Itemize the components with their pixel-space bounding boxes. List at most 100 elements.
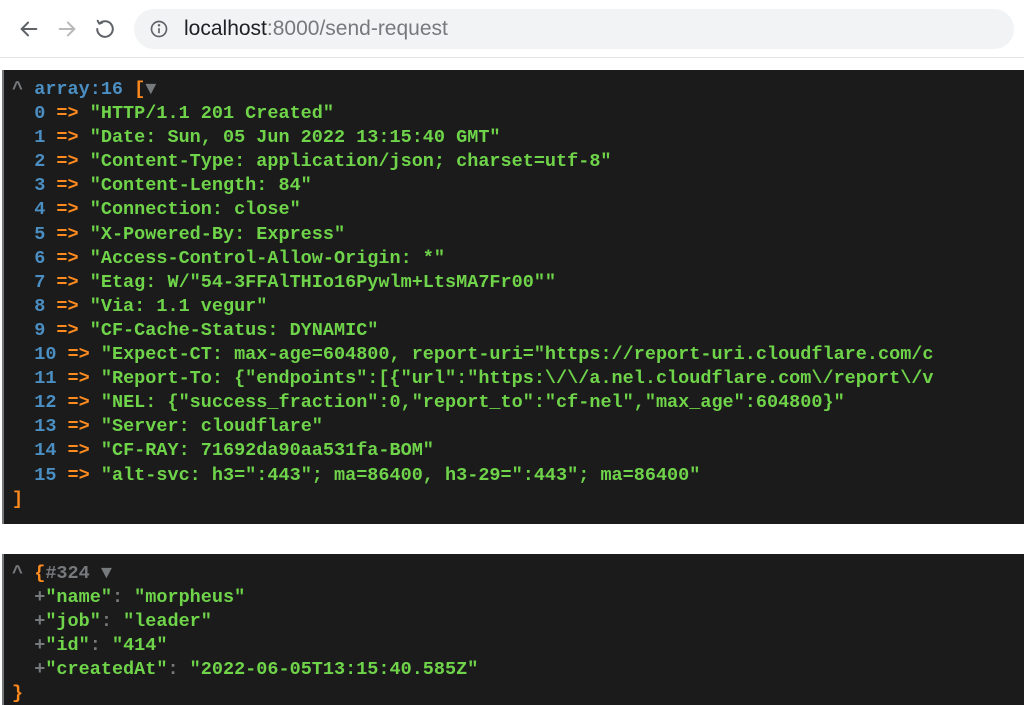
array-row: 8 => "Via: 1.1 vegur" xyxy=(12,295,1016,319)
reload-icon xyxy=(94,18,116,40)
gap xyxy=(0,524,1024,542)
array-value: "Content-Type: application/json; charset… xyxy=(90,151,612,172)
site-info-icon[interactable] xyxy=(148,18,170,40)
array-index: 4 xyxy=(34,198,45,222)
url-path: /send-request xyxy=(319,17,447,41)
array-value: "CF-Cache-Status: DYNAMIC" xyxy=(90,320,379,341)
array-value: "HTTP/1.1 201 Created" xyxy=(90,103,334,124)
arrow-right-icon xyxy=(56,18,78,40)
open-bracket: [ xyxy=(134,79,145,100)
collapse-toggle-icon[interactable]: ▼ xyxy=(101,563,112,584)
arrow: => xyxy=(68,368,90,389)
colon: : xyxy=(101,611,123,632)
array-row: 6 => "Access-Control-Allow-Origin: *" xyxy=(12,247,1016,271)
arrow: => xyxy=(68,416,90,437)
property-value: "414" xyxy=(112,635,168,656)
var-dump-array: ^ array:16 [▼ 0 => "HTTP/1.1 201 Created… xyxy=(2,70,1024,524)
object-property: +"name": "morpheus" xyxy=(12,586,1016,610)
colon: : xyxy=(167,659,189,680)
object-property: +"id": "414" xyxy=(12,634,1016,658)
open-brace: { xyxy=(34,563,45,584)
array-index: 15 xyxy=(34,464,56,488)
arrow: => xyxy=(56,296,78,317)
url-port: :8000 xyxy=(267,17,320,41)
array-value: "Date: Sun, 05 Jun 2022 13:15:40 GMT" xyxy=(90,127,501,148)
array-index: 12 xyxy=(34,391,56,415)
array-index: 0 xyxy=(34,102,45,126)
property-key: "job" xyxy=(45,611,101,632)
array-value: "Access-Control-Allow-Origin: *" xyxy=(90,248,445,269)
array-value: "NEL: {"success_fraction":0,"report_to":… xyxy=(101,392,845,413)
array-value: "Via: 1.1 vegur" xyxy=(90,296,268,317)
address-bar[interactable]: localhost:8000/send-request xyxy=(134,9,1014,49)
forward-button[interactable] xyxy=(48,10,86,48)
arrow: => xyxy=(56,151,78,172)
array-value: "alt-svc: h3=":443"; ma=86400, h3-29=":4… xyxy=(101,465,701,486)
array-index: 1 xyxy=(34,126,45,150)
array-index: 6 xyxy=(34,247,45,271)
close-brace-row: } xyxy=(12,682,1016,705)
caret-icon: ^ xyxy=(12,563,23,584)
property-value: "morpheus" xyxy=(134,587,245,608)
array-index: 8 xyxy=(34,295,45,319)
property-key: "createdAt" xyxy=(45,659,167,680)
arrow: => xyxy=(68,344,90,365)
array-row: 3 => "Content-Length: 84" xyxy=(12,174,1016,198)
array-row: 14 => "CF-RAY: 71692da90aa531fa-BOM" xyxy=(12,439,1016,463)
array-row: 2 => "Content-Type: application/json; ch… xyxy=(12,150,1016,174)
arrow-left-icon xyxy=(18,18,40,40)
arrow: => xyxy=(56,320,78,341)
browser-toolbar: localhost:8000/send-request xyxy=(0,0,1024,58)
object-property: +"createdAt": "2022-06-05T13:15:40.585Z" xyxy=(12,658,1016,682)
arrow: => xyxy=(68,392,90,413)
object-id: #324 xyxy=(45,563,101,584)
property-value: "2022-06-05T13:15:40.585Z" xyxy=(190,659,479,680)
colon: : xyxy=(90,635,112,656)
arrow: => xyxy=(56,224,78,245)
collapse-toggle-icon[interactable]: ▼ xyxy=(145,79,156,100)
close-brace: } xyxy=(12,683,23,704)
back-button[interactable] xyxy=(10,10,48,48)
arrow: => xyxy=(68,440,90,461)
var-dump-object: ^ {#324 ▼ +"name": "morpheus" +"job": "l… xyxy=(2,554,1024,705)
property-key: "id" xyxy=(45,635,89,656)
array-row: 4 => "Connection: close" xyxy=(12,198,1016,222)
caret-icon: ^ xyxy=(12,79,23,100)
visibility-marker: + xyxy=(34,659,45,680)
array-row: 5 => "X-Powered-By: Express" xyxy=(12,223,1016,247)
array-value: "Etag: W/"54-3FFAlTHIo16Pywlm+LtsMA7Fr00… xyxy=(90,272,556,293)
array-value: "Report-To: {"endpoints":[{"url":"https:… xyxy=(101,368,934,389)
array-row: 15 => "alt-svc: h3=":443"; ma=86400, h3-… xyxy=(12,464,1016,488)
arrow: => xyxy=(56,199,78,220)
array-value: "CF-RAY: 71692da90aa531fa-BOM" xyxy=(101,440,434,461)
property-key: "name" xyxy=(45,587,112,608)
array-index: 9 xyxy=(34,319,45,343)
array-row: 12 => "NEL: {"success_fraction":0,"repor… xyxy=(12,391,1016,415)
array-value: "Server: cloudflare" xyxy=(101,416,323,437)
array-index: 7 xyxy=(34,271,45,295)
array-row: 10 => "Expect-CT: max-age=604800, report… xyxy=(12,343,1016,367)
array-row: 7 => "Etag: W/"54-3FFAlTHIo16Pywlm+LtsMA… xyxy=(12,271,1016,295)
arrow: => xyxy=(56,175,78,196)
property-value: "leader" xyxy=(123,611,212,632)
array-index: 2 xyxy=(34,150,45,174)
arrow: => xyxy=(56,127,78,148)
array-index: 11 xyxy=(34,367,56,391)
visibility-marker: + xyxy=(34,635,45,656)
arrow: => xyxy=(56,248,78,269)
arrow: => xyxy=(56,272,78,293)
array-row: 11 => "Report-To: {"endpoints":[{"url":"… xyxy=(12,367,1016,391)
array-value: "Connection: close" xyxy=(90,199,301,220)
colon: : xyxy=(112,587,134,608)
array-row: 13 => "Server: cloudflare" xyxy=(12,415,1016,439)
array-row: 1 => "Date: Sun, 05 Jun 2022 13:15:40 GM… xyxy=(12,126,1016,150)
close-bracket-row: ] xyxy=(12,488,1016,512)
page-content: ^ array:16 [▼ 0 => "HTTP/1.1 201 Created… xyxy=(0,70,1024,705)
array-value: "Content-Length: 84" xyxy=(90,175,312,196)
dump-header: ^ {#324 ▼ xyxy=(12,562,1016,586)
reload-button[interactable] xyxy=(86,10,124,48)
array-index: 14 xyxy=(34,439,56,463)
visibility-marker: + xyxy=(34,611,45,632)
type-label: array:16 xyxy=(34,79,123,100)
array-row: 0 => "HTTP/1.1 201 Created" xyxy=(12,102,1016,126)
